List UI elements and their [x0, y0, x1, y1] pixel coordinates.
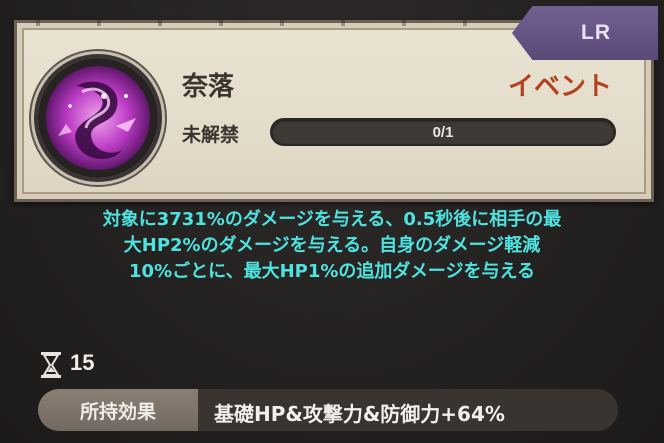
description-line: 対象に3731%のダメージを与える、0.5秒後に相手の最	[102, 209, 562, 230]
skill-name: 奈落	[182, 72, 235, 102]
rarity-label: LR	[581, 21, 611, 44]
rarity-badge: LR	[512, 6, 658, 60]
skill-category: イベント	[507, 72, 612, 102]
possession-effect-value: 基礎HP&攻撃力&防御力+64%	[214, 402, 505, 426]
unlock-progress-bar: 0/1	[270, 118, 616, 146]
possession-effect-label: 所持効果	[38, 389, 198, 431]
skill-detail-panel: LR 奈落 イベント 未解禁 0/1 対象に3731%のダメージを与える、0.5…	[0, 0, 664, 443]
cooldown-value: 15	[70, 350, 95, 375]
description-line: 10%ごとに、最大HP1%の追加ダメージを与える	[129, 261, 535, 282]
description-line: 大HP2%のダメージを与える。自身のダメージ軽減	[123, 235, 541, 256]
unlock-progress-text: 0/1	[432, 124, 454, 141]
hourglass-icon	[41, 352, 61, 378]
dragon-skill-icon	[46, 66, 150, 170]
skill-avatar[interactable]	[38, 58, 158, 178]
unlock-status-label: 未解禁	[182, 124, 240, 146]
skill-description: 対象に3731%のダメージを与える、0.5秒後に相手の最 大HP2%のダメージを…	[20, 207, 644, 285]
